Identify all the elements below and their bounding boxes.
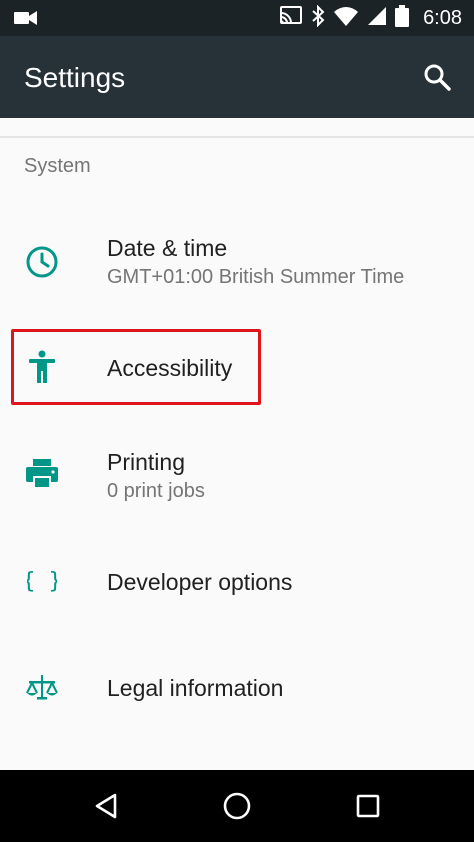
- status-bar: 6:08: [0, 0, 474, 36]
- back-icon[interactable]: [86, 786, 126, 826]
- braces-icon: { }: [22, 561, 62, 601]
- item-title: Date & time: [107, 235, 228, 261]
- settings-item-date-time[interactable]: Date & time GMT+01:00 British Summer Tim…: [0, 222, 474, 302]
- highlight-box: [11, 329, 261, 405]
- video-camera-icon: [14, 10, 38, 31]
- item-subtitle: 0 print jobs: [107, 480, 205, 502]
- balance-scale-icon: [22, 668, 62, 708]
- item-title: Developer options: [107, 569, 293, 595]
- app-bar: Settings: [0, 36, 474, 118]
- item-title: Legal information: [107, 675, 284, 701]
- wifi-icon: [333, 6, 359, 31]
- recents-icon[interactable]: [348, 786, 388, 826]
- page-title: Settings: [24, 62, 126, 93]
- clock-icon: [22, 242, 62, 282]
- svg-text:{ }: { }: [27, 569, 57, 594]
- search-icon[interactable]: [422, 62, 452, 92]
- cellular-signal-icon: [367, 6, 387, 31]
- navigation-bar: [0, 770, 474, 842]
- item-subtitle: GMT+01:00 British Summer Time: [107, 266, 405, 288]
- settings-item-printing[interactable]: Printing 0 print jobs: [0, 436, 474, 516]
- status-icons: 6:08: [279, 0, 462, 36]
- divider: [0, 136, 474, 138]
- clock-time: 6:08: [423, 6, 462, 29]
- printer-icon: [22, 454, 62, 494]
- item-title: Printing: [107, 449, 185, 475]
- section-header-system: System: [24, 155, 91, 177]
- battery-icon: [395, 4, 410, 32]
- settings-item-developer-options[interactable]: { } Developer options: [0, 552, 474, 612]
- settings-item-legal-information[interactable]: Legal information: [0, 658, 474, 718]
- cast-icon: [279, 5, 303, 31]
- bluetooth-icon: [311, 4, 325, 32]
- home-icon[interactable]: [217, 786, 257, 826]
